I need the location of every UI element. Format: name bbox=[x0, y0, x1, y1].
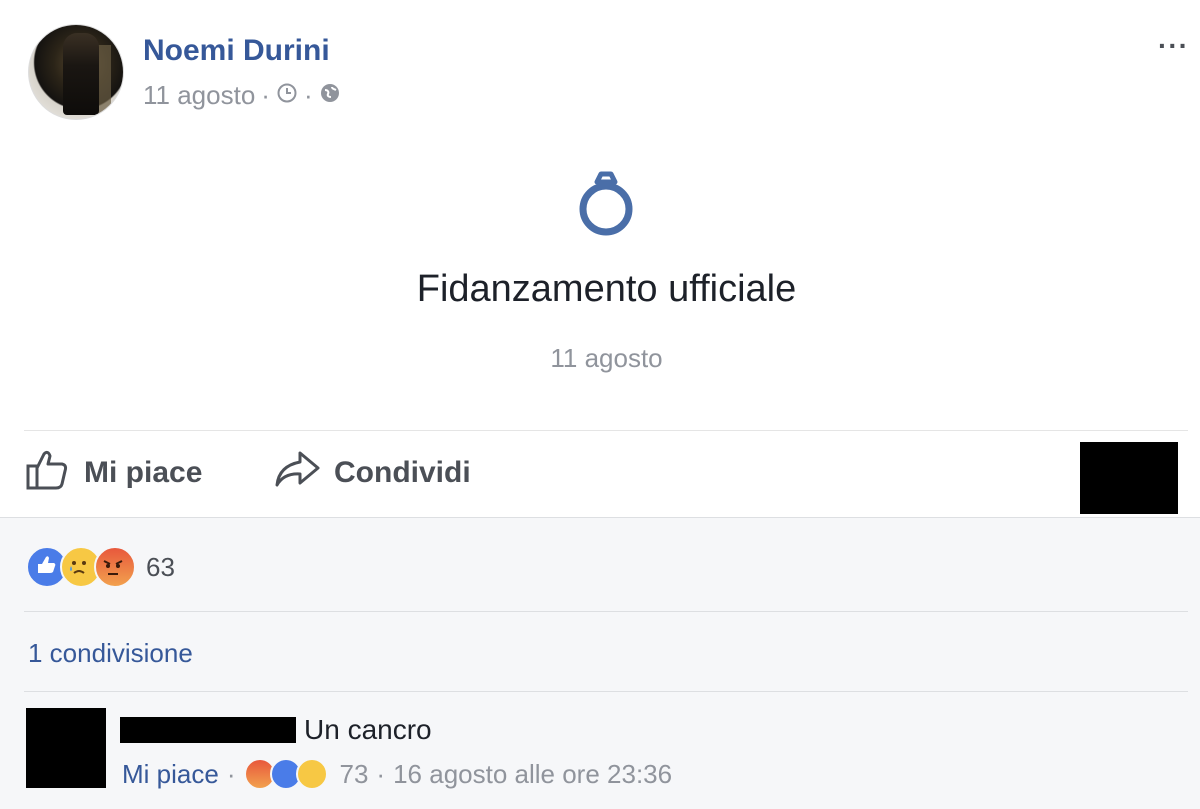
comment-meta-separator-2: · bbox=[376, 758, 386, 789]
like-button[interactable]: Mi piace bbox=[24, 448, 202, 498]
divider bbox=[24, 430, 1188, 431]
like-button-label: Mi piace bbox=[84, 456, 203, 489]
life-event-title: Fidanzamento ufficiale bbox=[416, 268, 797, 310]
post-date[interactable]: 11 agosto bbox=[143, 80, 255, 111]
angry-reaction-icon bbox=[94, 546, 136, 588]
share-button-label: Condividi bbox=[334, 456, 471, 489]
comment-like-button[interactable]: Mi piace bbox=[122, 759, 219, 790]
redacted-block bbox=[1080, 442, 1178, 514]
meta-separator-2: · bbox=[303, 80, 313, 110]
reactions-summary[interactable]: 63 bbox=[26, 546, 175, 588]
clock-icon bbox=[276, 80, 298, 111]
more-options-button[interactable]: ··· bbox=[1158, 30, 1189, 62]
share-arrow-icon bbox=[274, 449, 320, 497]
haha-reaction-icon bbox=[295, 758, 328, 790]
commenter-avatar-redacted[interactable] bbox=[26, 708, 106, 788]
comment-text: Un cancro bbox=[304, 714, 432, 745]
avatar-figure bbox=[63, 33, 99, 115]
ring-icon bbox=[575, 168, 637, 238]
post-footer: 63 1 condivisione Un cancro Mi piace · 7… bbox=[0, 517, 1200, 809]
divider bbox=[24, 611, 1188, 612]
comment-meta: Mi piace · 73 · 16 agosto alle ore 23:36 bbox=[122, 758, 672, 790]
author-avatar[interactable] bbox=[28, 24, 124, 120]
comment-reactions[interactable] bbox=[243, 758, 328, 790]
comment-meta-separator: · bbox=[226, 758, 236, 789]
post-meta: 11 agosto · · bbox=[143, 80, 341, 111]
divider bbox=[24, 691, 1188, 692]
commenter-name-redacted[interactable] bbox=[120, 717, 296, 743]
globe-icon[interactable] bbox=[319, 80, 341, 111]
shares-count-link[interactable]: 1 condivisione bbox=[28, 638, 193, 669]
share-button[interactable]: Condividi bbox=[274, 448, 471, 498]
comment-reaction-count: 73 bbox=[339, 758, 369, 789]
thumbs-up-icon bbox=[24, 446, 70, 500]
life-event-date: 11 agosto bbox=[550, 343, 663, 373]
author-name[interactable]: Noemi Durini bbox=[143, 34, 330, 68]
reactions-count: 63 bbox=[146, 551, 175, 582]
avatar-detail bbox=[97, 45, 111, 115]
meta-separator: · bbox=[261, 80, 270, 110]
comment-timestamp[interactable]: 16 agosto alle ore 23:36 bbox=[393, 759, 672, 790]
